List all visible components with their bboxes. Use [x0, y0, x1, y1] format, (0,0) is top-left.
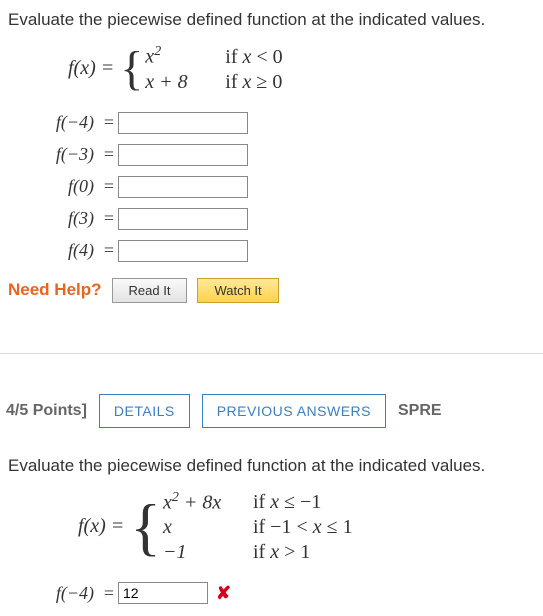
- q1-row-1-input[interactable]: [118, 112, 248, 134]
- q1-row-1: f(−4) =: [8, 110, 535, 136]
- q2-piece-1-cond: if x ≤ −1: [253, 491, 321, 514]
- q2-piece-3-cond: if x > 1: [253, 541, 310, 564]
- q1-row-3-label: f(0): [8, 176, 100, 197]
- q1-func-label: f(x) =: [68, 57, 114, 80]
- equals-sign: =: [100, 240, 118, 261]
- help-row: Need Help? Read It Watch It: [8, 278, 535, 303]
- q1-row-2-input[interactable]: [118, 144, 248, 166]
- wrong-icon: ✘: [216, 583, 231, 604]
- q1-row-1-label: f(−4): [8, 112, 100, 133]
- q2-row-1: f(−4) = ✘: [8, 580, 535, 606]
- question-2: Evaluate the piecewise defined function …: [0, 446, 543, 616]
- q1-row-2: f(−3) =: [8, 142, 535, 168]
- q1-pieces: x2 if x < 0 x + 8 if x ≥ 0: [145, 44, 282, 94]
- q1-row-5-label: f(4): [8, 240, 100, 261]
- equals-sign: =: [100, 144, 118, 165]
- watch-it-button[interactable]: Watch It: [197, 278, 278, 303]
- q2-prompt: Evaluate the piecewise defined function …: [8, 456, 535, 476]
- details-button[interactable]: DETAILS: [99, 394, 190, 428]
- need-help-label: Need Help?: [8, 280, 102, 300]
- equals-sign: =: [100, 583, 118, 604]
- q2-piece-1: x2 + 8x if x ≤ −1: [163, 490, 353, 515]
- q1-row-4: f(3) =: [8, 206, 535, 232]
- q2-piece-2-cond: if −1 < x ≤ 1: [253, 516, 353, 539]
- q1-function-definition: f(x) = { x2 if x < 0 x + 8 if x ≥ 0: [68, 44, 535, 94]
- q2-piece-1-expr: x2 + 8x: [163, 490, 253, 515]
- question-1: Evaluate the piecewise defined function …: [0, 0, 543, 323]
- q1-piece-1-expr: x2: [145, 44, 225, 69]
- q2-piece-3: −1 if x > 1: [163, 541, 353, 564]
- q1-row-5: f(4) =: [8, 238, 535, 264]
- q2-piece-3-expr: −1: [163, 541, 253, 564]
- q2-row-1-input[interactable]: [118, 582, 208, 604]
- q1-piece-1-cond: if x < 0: [225, 46, 282, 69]
- q1-piece-2-expr: x + 8: [145, 71, 225, 94]
- q2-row-1-label: f(−4): [8, 583, 100, 604]
- brace-icon: {: [130, 500, 161, 554]
- q1-row-2-label: f(−3): [8, 144, 100, 165]
- q1-row-3-input[interactable]: [118, 176, 248, 198]
- q2-piece-2-expr: x: [163, 516, 253, 539]
- q2-piece-2: x if −1 < x ≤ 1: [163, 516, 353, 539]
- question-header: 4/5 Points] DETAILS PREVIOUS ANSWERS SPR…: [0, 394, 543, 428]
- q2-function-definition: f(x) = { x2 + 8x if x ≤ −1 x if −1 < x ≤…: [78, 490, 535, 565]
- equals-sign: =: [100, 176, 118, 197]
- q1-row-4-input[interactable]: [118, 208, 248, 230]
- q1-piece-2: x + 8 if x ≥ 0: [145, 71, 282, 94]
- points-label: 4/5 Points]: [6, 402, 87, 420]
- q1-row-4-label: f(3): [8, 208, 100, 229]
- source-label: SPRE: [398, 402, 442, 420]
- q2-pieces: x2 + 8x if x ≤ −1 x if −1 < x ≤ 1 −1 if …: [163, 490, 353, 565]
- brace-icon: {: [120, 49, 143, 89]
- read-it-button[interactable]: Read It: [112, 278, 188, 303]
- equals-sign: =: [100, 208, 118, 229]
- q1-piece-2-cond: if x ≥ 0: [225, 71, 282, 94]
- q1-piece-1: x2 if x < 0: [145, 44, 282, 69]
- divider: [0, 353, 543, 354]
- equals-sign: =: [100, 112, 118, 133]
- previous-answers-button[interactable]: PREVIOUS ANSWERS: [202, 394, 386, 428]
- q1-prompt: Evaluate the piecewise defined function …: [8, 10, 535, 30]
- q1-row-3: f(0) =: [8, 174, 535, 200]
- q1-row-5-input[interactable]: [118, 240, 248, 262]
- q2-func-label: f(x) =: [78, 515, 124, 538]
